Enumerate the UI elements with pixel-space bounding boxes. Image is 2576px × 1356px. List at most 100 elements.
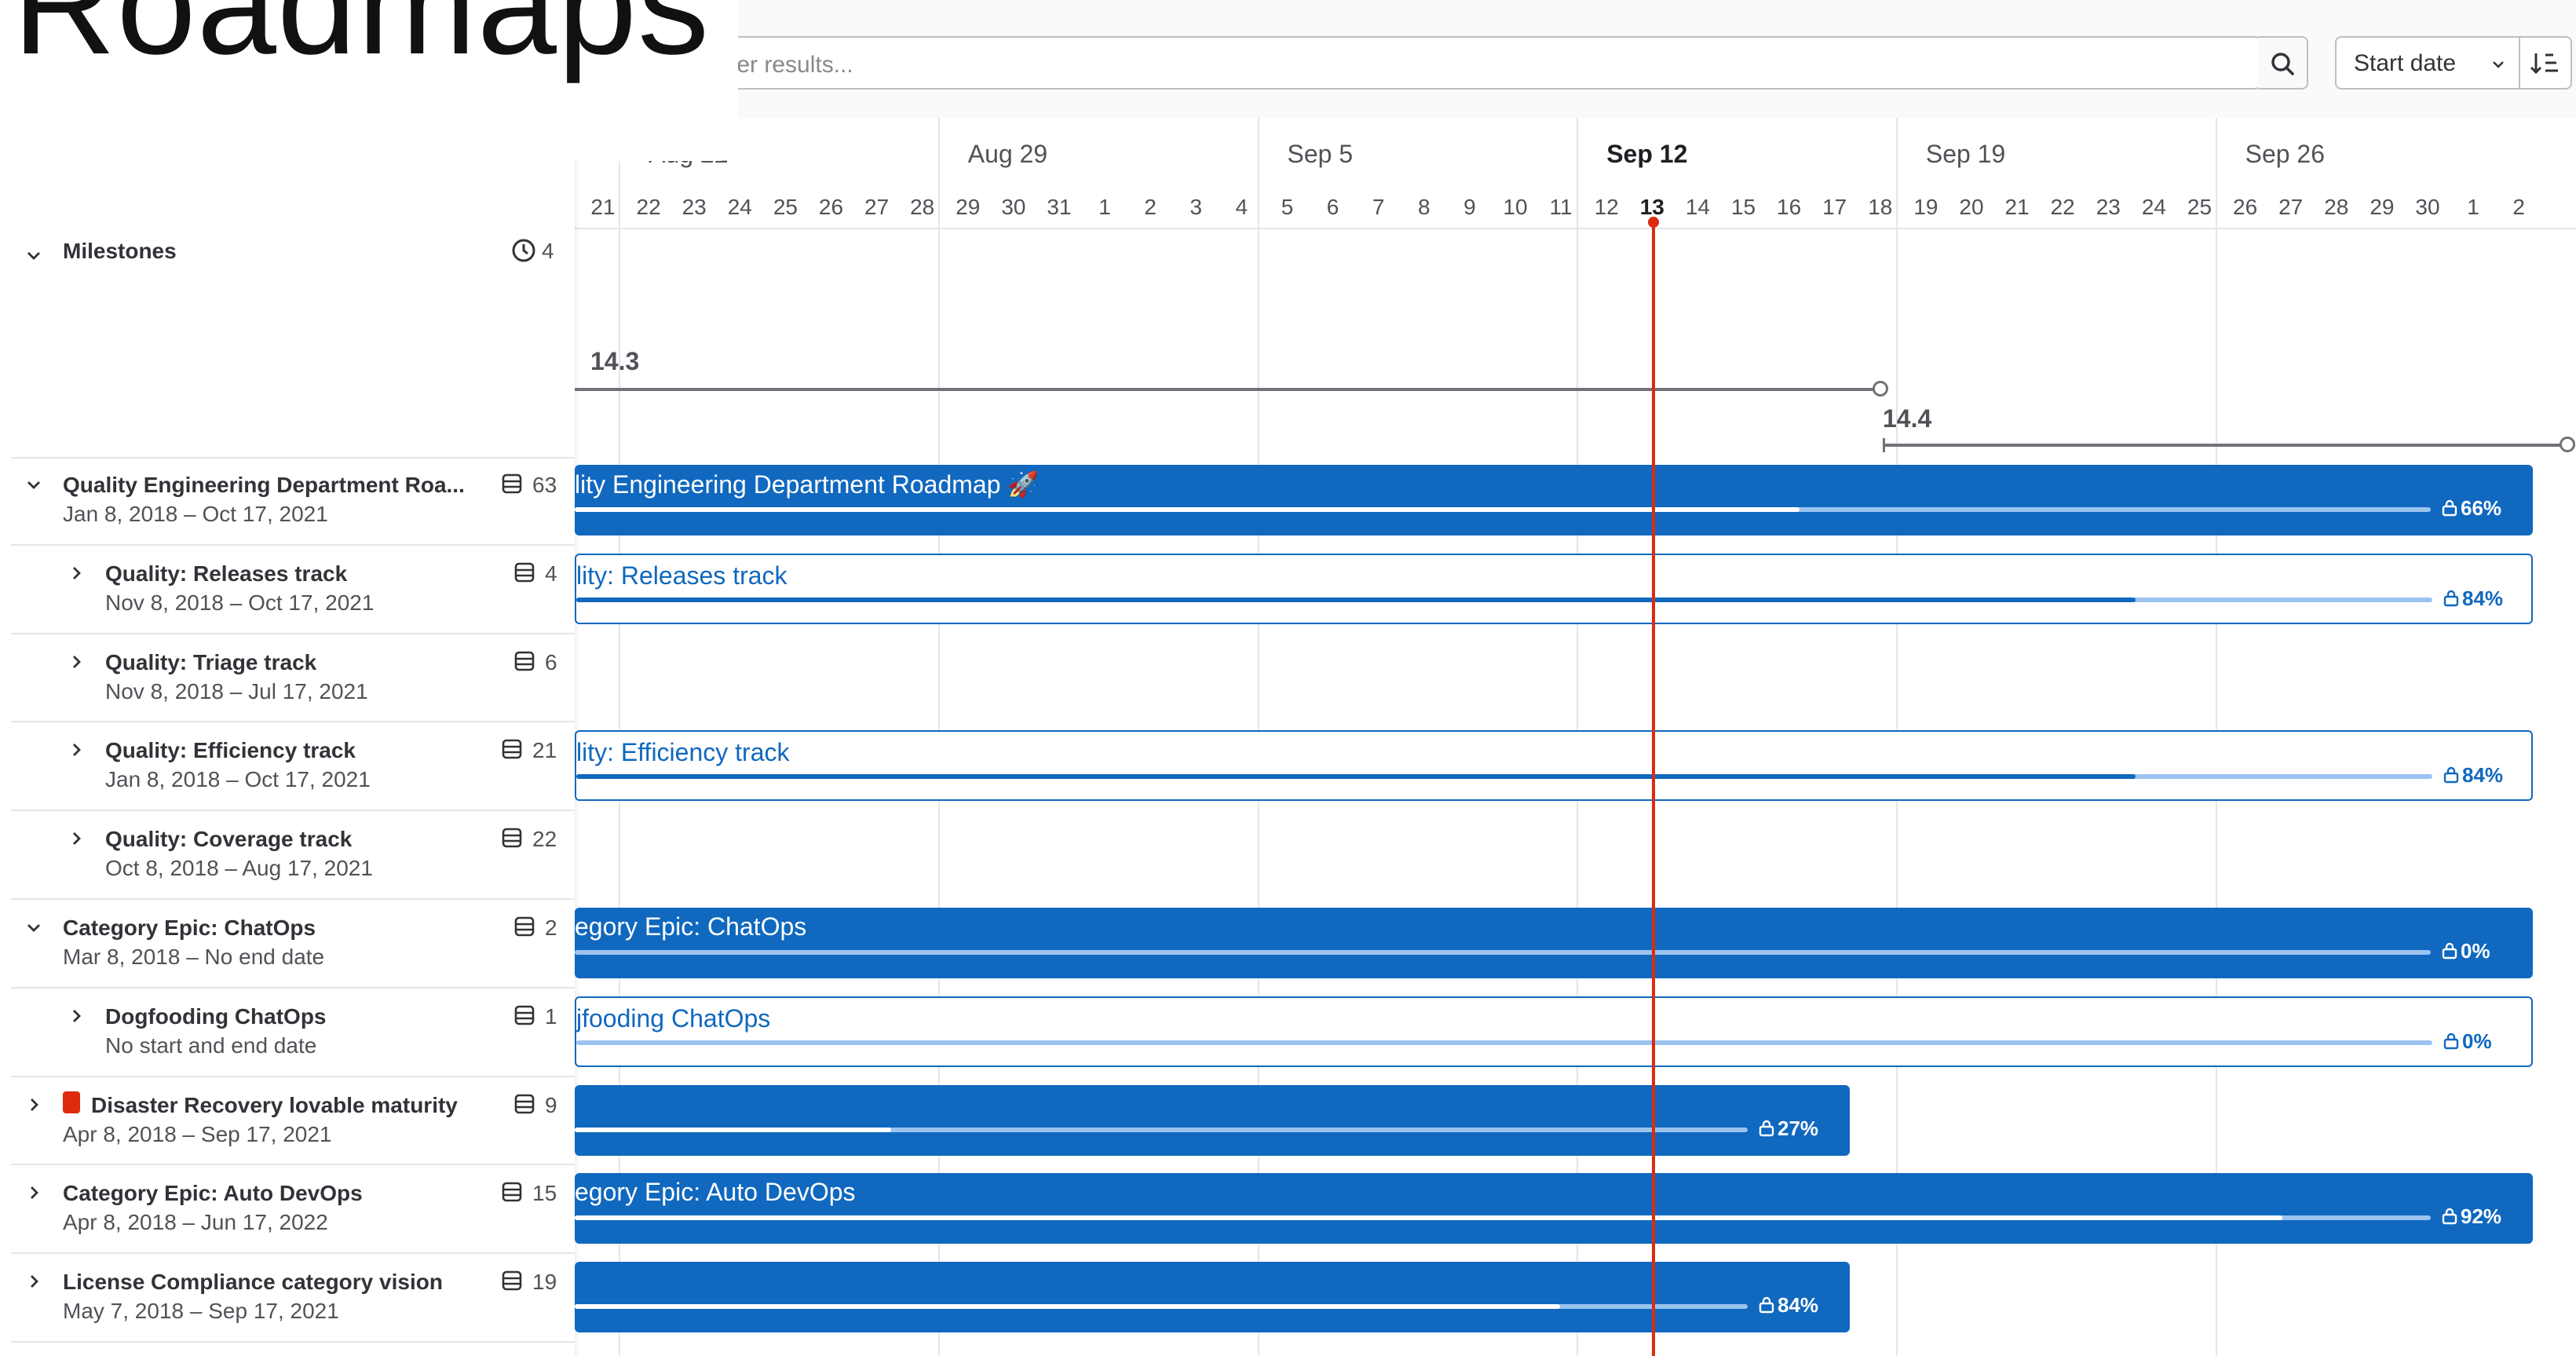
progress-track [576, 1040, 2432, 1045]
epic-child-count: 2 [545, 916, 557, 940]
milestones-count: 4 [542, 239, 554, 263]
search-button[interactable] [2258, 36, 2308, 90]
chevron-right-icon[interactable] [66, 1006, 86, 1026]
epic-bar[interactable]: lity: Releases track 84% [575, 553, 2533, 624]
epic-child-count: 19 [532, 1270, 557, 1295]
epic-title[interactable]: Quality: Triage track [105, 650, 316, 675]
day-label: 30 [2415, 195, 2440, 219]
epic-row[interactable]: Quality Engineering Department Roa... Jan… [0, 457, 575, 546]
chevron-right-icon[interactable] [24, 1182, 44, 1203]
page-title: Roadmaps [13, 0, 711, 84]
epic-bar-title: lity: Efficiency track [576, 738, 790, 767]
epic-bar[interactable]: egory Epic: Auto DevOps 92% [575, 1173, 2533, 1245]
sort-direction-button[interactable] [2519, 36, 2572, 90]
epic-row[interactable]: Dogfooding ChatOps No start and end date 1 [0, 989, 575, 1077]
weight-icon [1759, 1297, 1774, 1314]
progress-percentage: 0% [2461, 939, 2490, 963]
epic-title[interactable]: Dogfooding ChatOps [105, 1004, 327, 1029]
day-label: 9 [1463, 195, 1476, 219]
epic-icon [514, 1005, 535, 1025]
milestone-bar[interactable] [1883, 444, 2561, 447]
chevron-down-icon [2493, 61, 2504, 68]
week-label: Sep 19 [1925, 140, 2006, 168]
chevron-right-icon[interactable] [66, 652, 86, 672]
weight-icon [2443, 590, 2459, 606]
day-label: 27 [2278, 195, 2304, 219]
epic-title[interactable]: License Compliance category vision [63, 1270, 443, 1295]
milestone-label[interactable]: 14.4 [1883, 404, 1931, 433]
day-label: 15 [1730, 195, 1756, 219]
epic-bar[interactable]: 84% [575, 1262, 1850, 1333]
chevron-right-icon[interactable] [66, 740, 86, 760]
clock-icon [512, 239, 535, 262]
day-label: 22 [2050, 195, 2075, 219]
progress-track [575, 1215, 2431, 1221]
epic-dates: Nov 8, 2018 – Oct 17, 2021 [105, 590, 375, 615]
epic-row[interactable]: License Compliance category vision May 7,… [0, 1254, 575, 1343]
day-label: 24 [2141, 195, 2166, 219]
epic-row[interactable]: Category Epic: ChatOps Mar 8, 2018 – No e… [0, 900, 575, 989]
today-marker [1652, 220, 1655, 1356]
milestone-bar[interactable] [575, 388, 1875, 391]
row-divider [11, 1340, 575, 1343]
progress-fill [575, 1215, 2282, 1221]
day-label: 28 [2324, 195, 2349, 219]
progress-percentage: 27% [1778, 1116, 1819, 1140]
epic-row[interactable]: Quality: Coverage track Oct 8, 2018 – Aug… [0, 811, 575, 900]
epic-row[interactable]: Quality: Releases track Nov 8, 2018 – Oct… [0, 546, 575, 634]
epic-title[interactable]: Quality: Efficiency track [105, 738, 356, 763]
chevron-right-icon[interactable] [24, 1095, 44, 1115]
day-label: 19 [1913, 195, 1938, 219]
chevron-down-icon[interactable] [24, 917, 44, 938]
epic-child-count: 6 [545, 649, 557, 674]
day-label: 14 [1685, 195, 1710, 219]
epic-row[interactable]: Category Epic: Auto DevOps Apr 8, 2018 – … [0, 1165, 575, 1255]
chevron-down-icon[interactable] [24, 245, 44, 265]
epic-title[interactable]: Quality Engineering Department Roa... [63, 473, 465, 498]
day-label: 16 [1777, 195, 1802, 219]
progress-percentage: 92% [2461, 1204, 2502, 1229]
epic-row[interactable]: Quality: Triage track Nov 8, 2018 – Jul 1… [0, 634, 575, 723]
epic-child-count: 4 [545, 561, 557, 586]
epic-title[interactable]: Category Epic: Auto DevOps [63, 1181, 363, 1206]
day-label: 5 [1281, 195, 1294, 219]
epic-bar-title: jfooding ChatOps [576, 1003, 771, 1033]
chevron-right-icon[interactable] [24, 1271, 44, 1292]
sort-dropdown[interactable]: Start date [2335, 36, 2520, 90]
day-label: 26 [2233, 195, 2258, 219]
epic-icon [514, 1094, 535, 1113]
epic-child-count: 15 [532, 1181, 557, 1206]
epic-title[interactable]: Category Epic: ChatOps [63, 916, 316, 941]
day-label: 2 [1144, 195, 1156, 219]
week-label: Sep 26 [2245, 140, 2326, 168]
epic-bar[interactable]: jfooding ChatOps 0% [575, 996, 2533, 1067]
epic-bar[interactable]: egory Epic: ChatOps 0% [575, 908, 2533, 978]
chevron-right-icon[interactable] [66, 828, 86, 849]
epic-dates: Jan 8, 2018 – Oct 17, 2021 [105, 767, 371, 792]
chevron-down-icon[interactable] [24, 474, 44, 495]
epic-dates: Nov 8, 2018 – Jul 17, 2021 [105, 678, 368, 704]
epic-bar[interactable]: 27% [575, 1084, 1850, 1156]
epic-row[interactable]: Quality: Efficiency track Jan 8, 2018 – O… [0, 722, 575, 812]
epic-row[interactable]: Disaster Recovery lovable maturity Apr 8,… [0, 1077, 575, 1166]
day-label: 7 [1372, 195, 1385, 219]
day-label: 12 [1594, 195, 1619, 219]
epic-title[interactable]: Quality: Coverage track [105, 827, 352, 852]
epic-bar[interactable]: lity: Efficiency track 84% [575, 730, 2533, 802]
milestone-end-marker [2560, 437, 2575, 452]
day-label: 2 [2512, 195, 2525, 219]
day-label: 23 [2096, 195, 2121, 219]
search-input[interactable]: ter results... [707, 36, 2261, 90]
epic-bar[interactable]: lity Engineering Department Roadmap 🚀 66% [575, 465, 2533, 535]
day-label: 29 [955, 195, 981, 219]
epic-title[interactable]: Disaster Recovery lovable maturity [91, 1093, 458, 1118]
progress-fill [575, 507, 1800, 512]
epic-title[interactable]: Quality: Releases track [105, 561, 347, 587]
epic-bar-title: lity Engineering Department Roadmap 🚀 [575, 470, 1040, 499]
chevron-right-icon[interactable] [66, 563, 86, 583]
milestone-label[interactable]: 14.3 [590, 347, 639, 376]
milestones-label: Milestones [63, 239, 177, 263]
progress-fill [575, 1304, 1560, 1310]
epic-dates: No start and end date [105, 1033, 317, 1058]
sort-ascending-icon [2530, 53, 2558, 75]
